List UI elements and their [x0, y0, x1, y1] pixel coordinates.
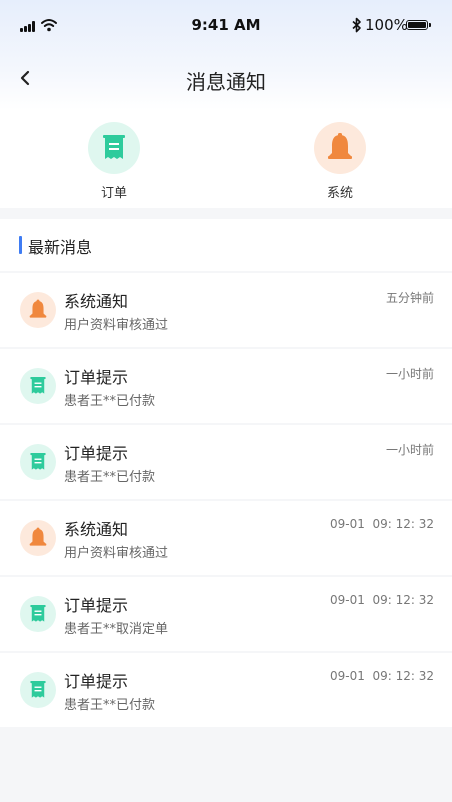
- category-order-button[interactable]: 订单: [64, 122, 164, 201]
- message-subtitle: 患者王**已付款: [64, 470, 156, 485]
- header-area: 9:41 AM 100% 消息通知 订单 系统: [0, 0, 452, 208]
- message-title: 订单提示: [64, 672, 129, 691]
- bell-icon: [20, 520, 56, 556]
- receipt-icon: [20, 368, 56, 404]
- message-time: 09-01 09: 12: 32: [329, 669, 434, 683]
- message-item[interactable]: 系统通知 用户资料审核通过 09-01 09: 12: 32: [0, 501, 452, 575]
- message-subtitle: 用户资料审核通过: [64, 546, 169, 561]
- battery-icon: [406, 20, 431, 30]
- bell-icon: [314, 122, 366, 174]
- bluetooth-icon: [352, 17, 362, 33]
- receipt-icon: [88, 122, 140, 174]
- page-title: 消息通知: [186, 70, 266, 94]
- section-title: 最新消息: [28, 238, 93, 257]
- category-system-button[interactable]: 系统: [290, 122, 390, 201]
- bell-icon: [20, 292, 56, 328]
- section-accent-bar: [19, 236, 22, 254]
- battery-percent: 100%: [365, 16, 408, 34]
- message-item[interactable]: 订单提示 患者王**取消定单 09-01 09: 12: 32: [0, 577, 452, 651]
- message-subtitle: 用户资料审核通过: [64, 318, 169, 333]
- receipt-icon: [20, 596, 56, 632]
- message-title: 订单提示: [64, 368, 129, 387]
- category-order-label: 订单: [100, 186, 127, 201]
- message-time: 09-01 09: 12: 32: [329, 593, 434, 607]
- message-item[interactable]: 订单提示 患者王**已付款 09-01 09: 12: 32: [0, 653, 452, 727]
- message-subtitle: 患者王**取消定单: [64, 622, 169, 637]
- message-time: 09-01 09: 12: 32: [329, 517, 434, 531]
- message-title: 订单提示: [64, 444, 129, 463]
- message-subtitle: 患者王**已付款: [64, 394, 156, 409]
- receipt-icon: [20, 672, 56, 708]
- message-title: 订单提示: [64, 596, 129, 615]
- message-subtitle: 患者王**已付款: [64, 698, 156, 713]
- message-title: 系统通知: [64, 520, 129, 539]
- status-bar: 9:41 AM 100%: [0, 0, 452, 52]
- message-item[interactable]: 系统通知 用户资料审核通过 五分钟前: [0, 273, 452, 347]
- navigation-bar: 消息通知: [0, 52, 452, 108]
- category-system-label: 系统: [326, 186, 353, 201]
- back-button[interactable]: [14, 66, 38, 90]
- message-item[interactable]: 订单提示 患者王**已付款 一小时前: [0, 425, 452, 499]
- chevron-left-icon: [20, 70, 30, 86]
- message-time: 一小时前: [385, 443, 434, 457]
- message-list: 系统通知 用户资料审核通过 五分钟前 订单提示 患者王**已付款 一小时前 订单…: [0, 273, 452, 729]
- receipt-icon: [20, 444, 56, 480]
- message-title: 系统通知: [64, 292, 129, 311]
- message-time: 五分钟前: [385, 291, 434, 305]
- message-item[interactable]: 订单提示 患者王**已付款 一小时前: [0, 349, 452, 423]
- section-header: 最新消息: [0, 219, 452, 271]
- message-time: 一小时前: [385, 367, 434, 381]
